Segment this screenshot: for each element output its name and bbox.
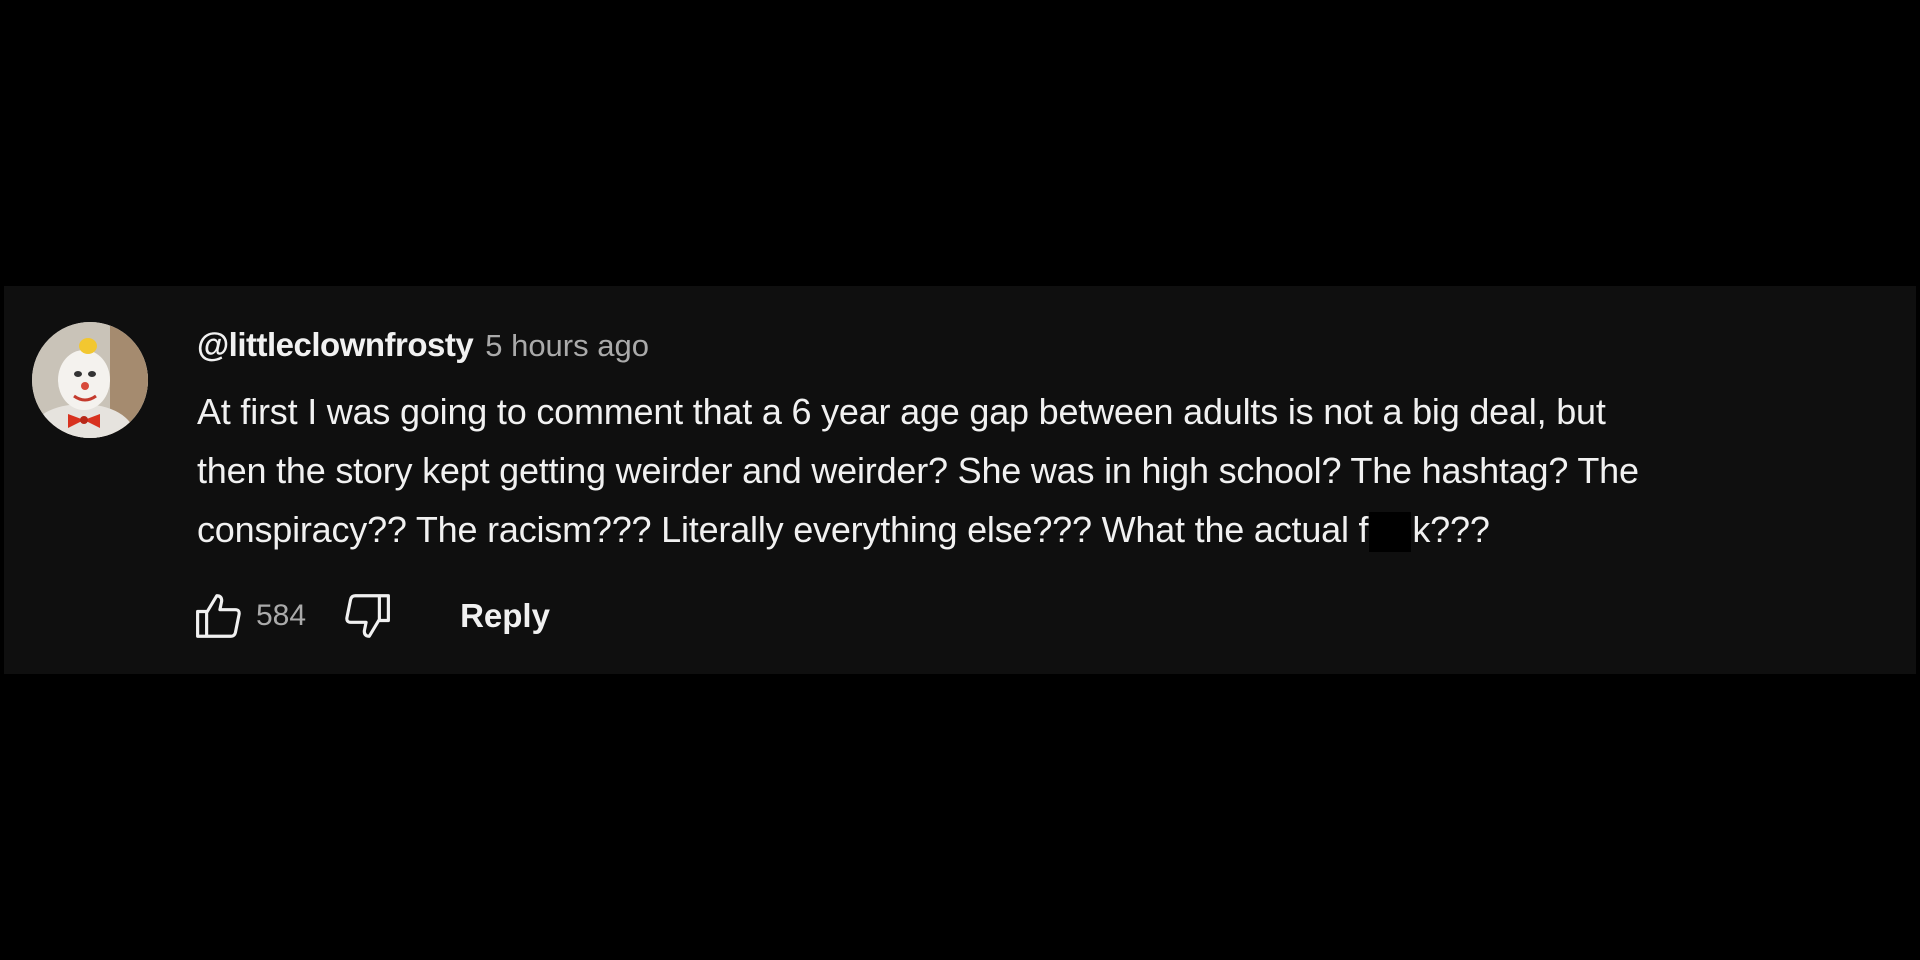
clown-avatar-icon — [32, 322, 148, 438]
comment-card: @littleclownfrosty 5 hours ago At first … — [4, 286, 1916, 674]
like-button[interactable] — [190, 587, 248, 645]
comment-timestamp[interactable]: 5 hours ago — [485, 328, 649, 364]
author-name[interactable]: @littleclownfrosty — [197, 326, 474, 364]
like-count: 584 — [256, 599, 307, 632]
comment-text-segment: conspiracy?? The racism??? Literally eve… — [197, 509, 1369, 550]
comment-text-line: At first I was going to comment that a 6… — [197, 391, 1606, 432]
reply-button[interactable]: Reply — [460, 597, 550, 635]
avatar[interactable] — [32, 322, 148, 438]
comment-text-line: then the story kept getting weirder and … — [197, 450, 1639, 491]
page: @littleclownfrosty 5 hours ago At first … — [0, 0, 1920, 960]
comment-actions: 584 Reply — [190, 586, 550, 646]
dislike-button[interactable] — [338, 587, 396, 645]
redaction-block — [1369, 512, 1412, 552]
thumbs-down-icon — [345, 594, 391, 638]
comment-header: @littleclownfrosty 5 hours ago — [197, 326, 649, 370]
thumbs-up-icon — [196, 594, 241, 638]
comment-text-line: conspiracy?? The racism??? Literally eve… — [197, 500, 1897, 559]
comment-text-segment: k??? — [1412, 509, 1490, 550]
comment-text: At first I was going to comment that a 6… — [197, 382, 1897, 559]
